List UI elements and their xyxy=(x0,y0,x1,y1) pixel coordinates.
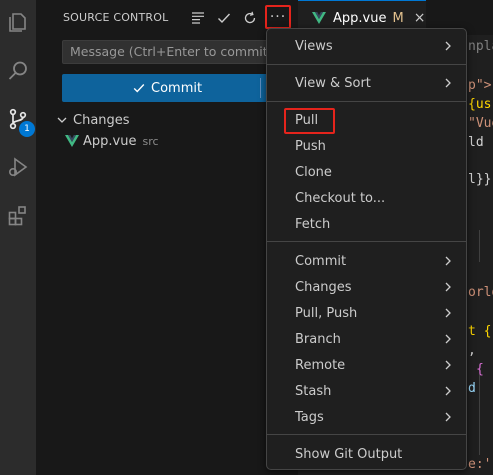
indent-guide xyxy=(479,375,480,455)
chevron-right-icon xyxy=(445,78,451,88)
vue-file-icon xyxy=(312,12,326,24)
menu-item-pull-push[interactable]: Pull, Push xyxy=(267,301,466,325)
chevron-right-icon xyxy=(445,308,451,318)
chevron-right-icon xyxy=(445,282,451,292)
tab-close-icon[interactable]: × xyxy=(414,10,426,26)
code-fragment: "Vue xyxy=(468,116,493,131)
code-fragment: orld xyxy=(468,285,493,300)
menu-item-label: Tags xyxy=(295,409,324,425)
vue-file-icon xyxy=(65,135,79,147)
menu-item-label: Remote xyxy=(295,357,346,373)
changed-file-name: App.vue xyxy=(83,133,137,149)
more-actions-button[interactable]: ··· xyxy=(265,5,291,29)
extensions-icon[interactable] xyxy=(0,195,36,235)
chevron-right-icon xyxy=(445,412,451,422)
menu-separator xyxy=(267,101,466,102)
view-tree-icon[interactable] xyxy=(187,7,209,29)
tab-label: App.vue xyxy=(333,10,387,26)
chevron-right-icon xyxy=(445,256,451,266)
changed-file-row[interactable]: App.vue src xyxy=(65,132,159,150)
source-control-panel: SOURCE CONTROL ··· Message (Ctrl+Enter t… xyxy=(36,0,298,475)
commit-check-icon xyxy=(133,84,145,93)
chevron-right-icon xyxy=(445,41,451,51)
search-icon[interactable] xyxy=(0,51,36,91)
menu-item-remote[interactable]: Remote xyxy=(267,353,466,377)
menu-item-label: Pull, Push xyxy=(295,305,358,321)
commit-button-separator xyxy=(260,78,261,98)
code-fragment: p"> xyxy=(468,78,492,93)
changed-file-path: src xyxy=(142,134,159,148)
chevron-down-icon xyxy=(57,117,67,123)
menu-item-label: View & Sort xyxy=(295,75,371,91)
menu-separator xyxy=(267,64,466,65)
menu-item-label: Views xyxy=(295,38,333,54)
menu-item-checkout-to[interactable]: Checkout to... xyxy=(267,186,466,210)
menu-item-view-sort[interactable]: View & Sort xyxy=(267,71,466,95)
menu-item-tags[interactable]: Tags xyxy=(267,405,466,429)
menu-item-label: Stash xyxy=(295,383,332,399)
code-fragment: t { xyxy=(468,324,492,339)
changes-label: Changes xyxy=(73,112,130,128)
menu-item-branch[interactable]: Branch xyxy=(267,327,466,351)
code-fragment: {us xyxy=(468,97,492,112)
commit-button[interactable]: Commit xyxy=(62,74,298,102)
menu-item-label: Checkout to... xyxy=(295,190,386,206)
commit-button-label: Commit xyxy=(151,80,203,96)
code-fragment: l}} xyxy=(468,172,492,187)
changes-group-header[interactable]: Changes xyxy=(56,111,130,129)
indent-guide xyxy=(479,230,480,262)
tab-modified-indicator: M xyxy=(392,10,404,26)
source-control-badge: 1 xyxy=(19,121,35,137)
menu-item-label: Show Git Output xyxy=(295,446,403,462)
menu-item-label: Commit xyxy=(295,253,347,269)
more-actions-menu: Views View & Sort Pull Push Clone Checko… xyxy=(266,28,467,470)
code-fragment: ld r xyxy=(468,135,493,150)
panel-header: SOURCE CONTROL ··· xyxy=(36,0,298,35)
code-fragment: e:' xyxy=(468,457,492,472)
code-fragment: d xyxy=(468,381,476,396)
menu-item-fetch[interactable]: Fetch xyxy=(267,212,466,236)
menu-separator xyxy=(267,241,466,242)
menu-separator xyxy=(267,434,466,435)
commit-check-icon[interactable] xyxy=(213,7,235,29)
menu-item-label: Changes xyxy=(295,279,352,295)
menu-item-label: Branch xyxy=(295,331,341,347)
menu-item-views[interactable]: Views xyxy=(267,34,466,58)
menu-item-label: Clone xyxy=(295,164,332,180)
commit-message-input[interactable]: Message (Ctrl+Enter to commit on xyxy=(62,40,298,64)
pull-highlight-box xyxy=(284,108,335,134)
refresh-icon[interactable] xyxy=(239,7,261,29)
menu-item-stash[interactable]: Stash xyxy=(267,379,466,403)
chevron-right-icon xyxy=(445,334,451,344)
menu-item-show-git-output[interactable]: Show Git Output xyxy=(267,442,466,466)
source-control-icon[interactable]: 1 xyxy=(0,99,36,139)
run-debug-icon[interactable] xyxy=(0,147,36,187)
code-fragment: nplat xyxy=(468,39,493,54)
menu-item-label: Fetch xyxy=(295,216,331,232)
menu-item-commit[interactable]: Commit xyxy=(267,249,466,273)
panel-title: SOURCE CONTROL xyxy=(63,11,169,24)
chevron-right-icon xyxy=(445,360,451,370)
code-fragment: , xyxy=(468,343,476,358)
explorer-icon[interactable] xyxy=(0,2,36,42)
activity-bar: 1 xyxy=(0,0,36,475)
chevron-right-icon xyxy=(445,386,451,396)
menu-item-label: Push xyxy=(295,138,326,154)
menu-item-push[interactable]: Push xyxy=(267,134,466,158)
menu-item-changes[interactable]: Changes xyxy=(267,275,466,299)
menu-item-clone[interactable]: Clone xyxy=(267,160,466,184)
